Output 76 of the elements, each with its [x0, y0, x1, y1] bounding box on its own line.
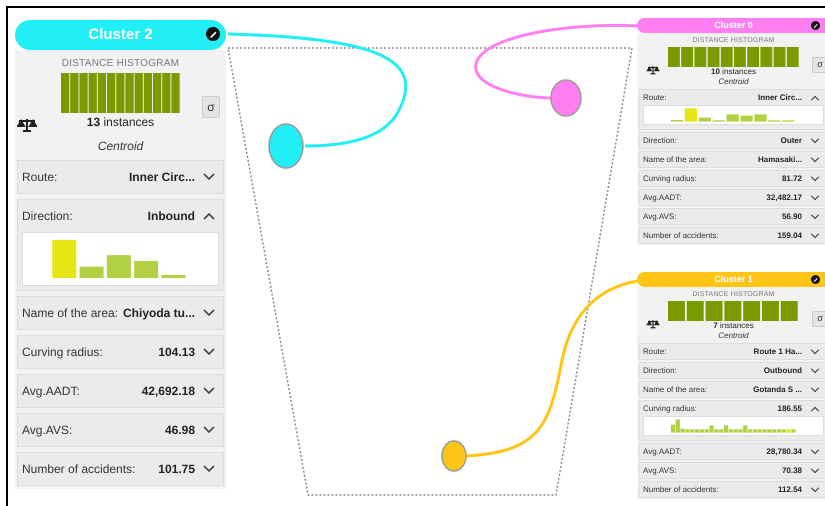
attribute-row[interactable]: Name of the area: Gotanda S ... — [639, 381, 825, 398]
attribute-value: Hamasaki... — [758, 154, 802, 164]
centroid-label: Centroid — [718, 331, 749, 341]
instances-count: 7 instances — [713, 321, 754, 331]
attribute-row[interactable]: Avg.AVS: 56.90 — [639, 208, 825, 225]
attribute-value: 186.55 — [778, 404, 802, 414]
attribute-row[interactable]: Direction: Outbound — [639, 362, 825, 379]
cluster-title: Cluster 1 — [714, 272, 753, 286]
histogram-title: DISTANCE HISTOGRAM — [62, 57, 180, 71]
attribute-label: Direction: — [22, 208, 73, 225]
attribute-label: Avg.AVS: — [643, 466, 676, 476]
attribute-row[interactable]: Route: Route 1 Ha... — [639, 343, 825, 360]
attribute-value: Inner Circ... — [758, 92, 802, 102]
sigma-button[interactable]: σ — [812, 57, 825, 73]
centroid-label: Centroid — [718, 77, 749, 87]
attribute-label: Number of accidents: — [643, 230, 719, 240]
attribute-value: 159.04 — [778, 230, 802, 240]
attribute-value: 101.75 — [158, 461, 195, 478]
attribute-value: 46.98 — [164, 422, 195, 439]
attribute-value: 42,692.18 — [142, 383, 195, 400]
attribute-label: Avg.AADT: — [22, 383, 80, 400]
attribute-label: Number of accidents: — [643, 484, 719, 494]
attribute-row[interactable]: Number of accidents: 112.54 — [639, 481, 825, 498]
attribute-label: Route: — [22, 169, 58, 186]
attribute-value: Inner Circ... — [128, 169, 195, 186]
attribute-label: Avg.AVS: — [22, 422, 72, 439]
attribute-value: Gotanda S ... — [753, 384, 802, 394]
attribute-row[interactable]: Name of the area: Chiyoda tu... — [17, 296, 224, 330]
attribute-label: Avg.AVS: — [643, 212, 676, 222]
attribute-row[interactable]: Curving radius: 186.55 — [639, 400, 825, 441]
attribute-label: Name of the area: — [643, 154, 708, 164]
attribute-value: 32,482.17 — [766, 192, 802, 202]
attribute-value: 81.72 — [782, 174, 802, 184]
sigma-button[interactable]: σ — [202, 96, 220, 118]
attribute-row[interactable]: Direction: Outer — [639, 132, 825, 149]
cluster-title: Cluster 2 — [88, 24, 153, 45]
attribute-value: Chiyoda tu... — [123, 305, 195, 322]
attribute-label: Avg.AADT: — [643, 446, 682, 456]
instances-count: 10 instances — [711, 67, 756, 77]
attribute-row[interactable]: Number of accidents: 159.04 — [639, 227, 825, 244]
attribute-value: 56.90 — [782, 212, 802, 222]
cluster-title: Cluster 0 — [714, 18, 753, 32]
sigma-button[interactable]: σ — [812, 311, 825, 327]
attribute-row[interactable]: Avg.AADT: 42,692.18 — [17, 374, 224, 408]
attribute-row[interactable]: Avg.AADT: 32,482.17 — [639, 189, 825, 206]
attribute-value: 70.38 — [782, 466, 802, 476]
attribute-row[interactable]: Route: Inner Circ... — [639, 89, 825, 130]
attribute-label: Number of accidents: — [22, 461, 136, 478]
attribute-value: 28,780.34 — [766, 446, 802, 456]
attribute-label: Name of the area: — [22, 305, 118, 322]
attribute-label: Route: — [643, 92, 667, 102]
attribute-value: 104.13 — [158, 344, 195, 361]
attribute-label: Route: — [643, 346, 667, 356]
instances-count: 13 instances — [86, 114, 154, 131]
attribute-label: Curving radius: — [643, 404, 697, 414]
attribute-label: Direction: — [643, 136, 677, 146]
attribute-label: Curving radius: — [22, 344, 103, 361]
attribute-row[interactable]: Avg.AVS: 46.98 — [17, 413, 224, 447]
attribute-row[interactable]: Avg.AADT: 28,780.34 — [639, 443, 825, 460]
attribute-row[interactable]: Curving radius: 104.13 — [17, 335, 224, 369]
attribute-value: Outbound — [764, 366, 802, 376]
attribute-value: Inbound — [148, 208, 195, 225]
attribute-value: 112.54 — [778, 484, 802, 494]
attribute-row[interactable]: Avg.AVS: 70.38 — [639, 462, 825, 479]
attribute-label: Name of the area: — [643, 384, 708, 394]
attribute-row[interactable]: Number of accidents: 101.75 — [17, 452, 224, 486]
attribute-label: Avg.AADT: — [643, 192, 682, 202]
attribute-value: Outer — [780, 136, 802, 146]
attribute-value: Route 1 Ha... — [754, 346, 802, 356]
attribute-row[interactable]: Name of the area: Hamasaki... — [639, 151, 825, 168]
attribute-label: Curving radius: — [643, 174, 697, 184]
attribute-row[interactable]: Route: Inner Circ... — [17, 160, 224, 194]
attribute-row[interactable]: Curving radius: 81.72 — [639, 170, 825, 187]
attribute-label: Direction: — [643, 366, 677, 376]
centroid-label: Centroid — [98, 138, 144, 155]
attribute-row[interactable]: Direction: Inbound — [17, 199, 224, 291]
